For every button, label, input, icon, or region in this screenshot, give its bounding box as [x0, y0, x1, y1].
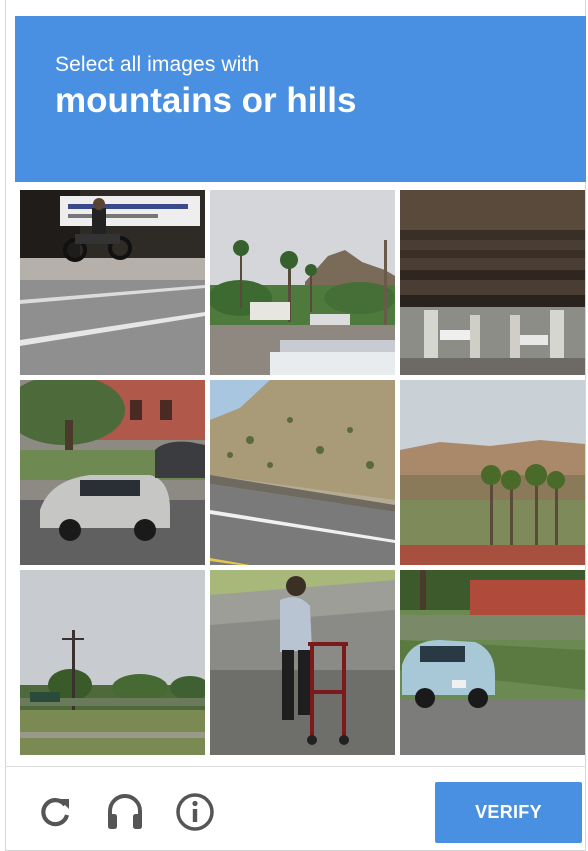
grid-tile-7[interactable]	[20, 570, 205, 755]
tile-image-field	[20, 570, 205, 755]
grid-tile-8[interactable]	[210, 570, 395, 755]
tile-image-motorcyclist	[20, 190, 205, 375]
headphones-icon[interactable]	[104, 791, 146, 833]
image-grid	[20, 190, 586, 756]
tile-image-person-walker	[210, 570, 395, 755]
challenge-header: Select all images with mountains or hill…	[15, 16, 586, 182]
instruction-text: Select all images with	[55, 53, 260, 76]
tile-image-silver-car	[20, 380, 205, 565]
tile-image-blue-car	[400, 570, 585, 755]
headphones-icon-graphic	[108, 794, 142, 829]
grid-tile-5[interactable]	[210, 380, 395, 565]
grid-tile-4[interactable]	[20, 380, 205, 565]
tile-image-palm-hill	[210, 190, 395, 375]
tile-image-bridge	[400, 190, 585, 375]
grid-tile-3[interactable]	[400, 190, 585, 375]
tile-image-desert-hills	[400, 380, 585, 565]
verify-button[interactable]: VERIFY	[435, 782, 582, 843]
target-text: mountains or hills	[55, 81, 357, 120]
grid-tile-1[interactable]	[20, 190, 205, 375]
footer-divider	[5, 766, 586, 767]
grid-tile-9[interactable]	[400, 570, 585, 755]
tile-image-hillside	[210, 380, 395, 565]
reload-icon[interactable]	[34, 791, 76, 833]
info-icon[interactable]	[174, 791, 216, 833]
grid-tile-2[interactable]	[210, 190, 395, 375]
reload-icon-graphic	[41, 798, 70, 827]
info-icon-graphic	[176, 793, 214, 831]
grid-tile-6[interactable]	[400, 380, 585, 565]
